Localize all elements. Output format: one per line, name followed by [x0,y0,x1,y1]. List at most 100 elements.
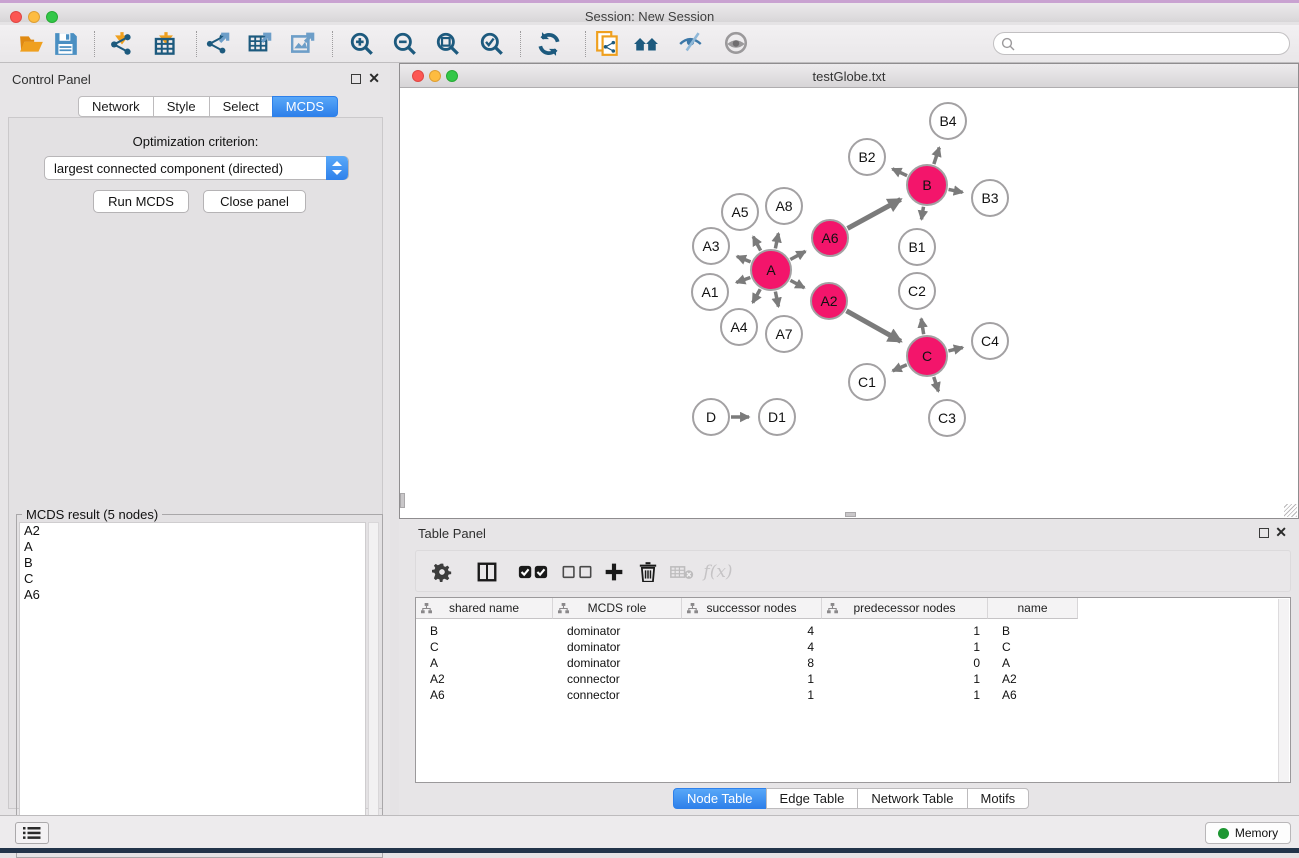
node-A3[interactable]: A3 [692,227,730,265]
result-item[interactable]: A2 [20,523,365,539]
edge-B-B2[interactable] [892,169,907,176]
delete-icon[interactable] [636,557,660,587]
edge-C-C4[interactable] [948,347,962,350]
cell-B-shared-name[interactable]: B [416,623,553,639]
node-A1[interactable]: A1 [691,273,729,311]
cell-A2-MCDS-role[interactable]: connector [553,671,682,687]
tab-edge-table[interactable]: Edge Table [766,788,859,809]
memory-button[interactable]: Memory [1205,822,1291,844]
select-all-icon[interactable] [516,557,550,587]
edge-C-C2[interactable] [921,319,923,335]
resize-grip[interactable] [1284,504,1297,517]
close-panel-icon[interactable]: ✕ [368,73,380,83]
edge-C-C1[interactable] [893,365,907,371]
edge-A-A2[interactable] [790,280,804,287]
refresh-icon[interactable] [535,30,563,58]
network-vscroll-thumb[interactable] [400,493,405,508]
node-A[interactable]: A [750,249,792,291]
node-D[interactable]: D [692,398,730,436]
cell-C-MCDS-role[interactable]: dominator [553,639,682,655]
tab-network-table[interactable]: Network Table [857,788,967,809]
float-table-panel-icon[interactable] [1259,528,1269,538]
zoom-selected-icon[interactable] [478,30,506,58]
edge-B-B4[interactable] [934,148,939,164]
export-network-icon[interactable] [205,30,233,58]
panel-list-button[interactable] [15,822,49,844]
node-C1[interactable]: C1 [848,363,886,401]
cell-A2-successor-nodes[interactable]: 1 [682,671,822,687]
tab-network[interactable]: Network [78,96,154,117]
cell-A6-MCDS-role[interactable]: connector [553,687,682,703]
cell-A6-name[interactable]: A6 [988,687,1078,703]
column-header-MCDS-role[interactable]: MCDS role [553,598,682,619]
cell-B-MCDS-role[interactable]: dominator [553,623,682,639]
node-A2[interactable]: A2 [810,282,848,320]
cell-A2-name[interactable]: A2 [988,671,1078,687]
column-header-name[interactable]: name [988,598,1078,619]
edge-A-A6[interactable] [790,251,805,259]
node-C2[interactable]: C2 [898,272,936,310]
column-header-successor-nodes[interactable]: successor nodes [682,598,822,619]
edge-A2-C[interactable] [846,311,900,342]
edge-A-A5[interactable] [753,237,760,251]
cell-A-shared-name[interactable]: A [416,655,553,671]
edge-A-A4[interactable] [753,289,761,302]
result-item[interactable]: C [20,571,365,587]
edge-C-C3[interactable] [934,377,939,391]
import-table-icon[interactable] [152,30,180,58]
cell-B-predecessor-nodes[interactable]: 1 [822,623,988,639]
cell-A2-predecessor-nodes[interactable]: 1 [822,671,988,687]
tab-motifs[interactable]: Motifs [967,788,1030,809]
close-table-panel-icon[interactable]: ✕ [1275,527,1287,537]
deselect-all-icon[interactable] [560,557,594,587]
copy-network-icon[interactable] [594,30,622,58]
cell-A6-predecessor-nodes[interactable]: 1 [822,687,988,703]
node-B1[interactable]: B1 [898,228,936,266]
show-all-icon[interactable] [722,30,750,58]
node-C[interactable]: C [906,335,948,377]
node-B2[interactable]: B2 [848,138,886,176]
cell-A-MCDS-role[interactable]: dominator [553,655,682,671]
node-C4[interactable]: C4 [971,322,1009,360]
cell-A-predecessor-nodes[interactable]: 0 [822,655,988,671]
cell-C-predecessor-nodes[interactable]: 1 [822,639,988,655]
cell-A2-shared-name[interactable]: A2 [416,671,553,687]
edge-A-A8[interactable] [775,233,778,248]
result-item[interactable]: A [20,539,365,555]
cell-A6-shared-name[interactable]: A6 [416,687,553,703]
tab-mcds[interactable]: MCDS [272,96,338,117]
zoom-out-icon[interactable] [391,30,419,58]
table-scrollbar[interactable] [1278,599,1289,782]
export-image-icon[interactable] [290,30,318,58]
node-B4[interactable]: B4 [929,102,967,140]
cell-A6-successor-nodes[interactable]: 1 [682,687,822,703]
import-network-icon[interactable] [108,30,136,58]
tab-style[interactable]: Style [153,96,210,117]
table-settings-icon[interactable] [430,557,454,587]
edge-A-A7[interactable] [775,292,778,307]
node-A7[interactable]: A7 [765,315,803,353]
tab-node-table[interactable]: Node Table [673,788,767,809]
node-A5[interactable]: A5 [721,193,759,231]
node-A8[interactable]: A8 [765,187,803,225]
first-neighbors-icon[interactable] [632,30,660,58]
close-panel-button[interactable]: Close panel [203,190,306,213]
open-file-icon[interactable] [18,30,46,58]
run-mcds-button[interactable]: Run MCDS [93,190,189,213]
result-scrollbar[interactable] [368,522,379,852]
node-D1[interactable]: D1 [758,398,796,436]
node-A6[interactable]: A6 [811,219,849,257]
edge-A-A1[interactable] [736,277,750,282]
edge-A6-B[interactable] [848,199,901,228]
cell-A-successor-nodes[interactable]: 8 [682,655,822,671]
network-hscroll-thumb[interactable] [845,512,856,517]
zoom-in-icon[interactable] [348,30,376,58]
add-icon[interactable] [602,557,626,587]
save-session-icon[interactable] [52,30,80,58]
column-header-predecessor-nodes[interactable]: predecessor nodes [822,598,988,619]
export-table-icon[interactable] [247,30,275,58]
show-columns-icon[interactable] [474,557,500,587]
criterion-dropdown[interactable]: largest connected component (directed) [44,156,349,180]
search-input[interactable] [1020,35,1282,52]
edge-B-B1[interactable] [921,207,923,220]
